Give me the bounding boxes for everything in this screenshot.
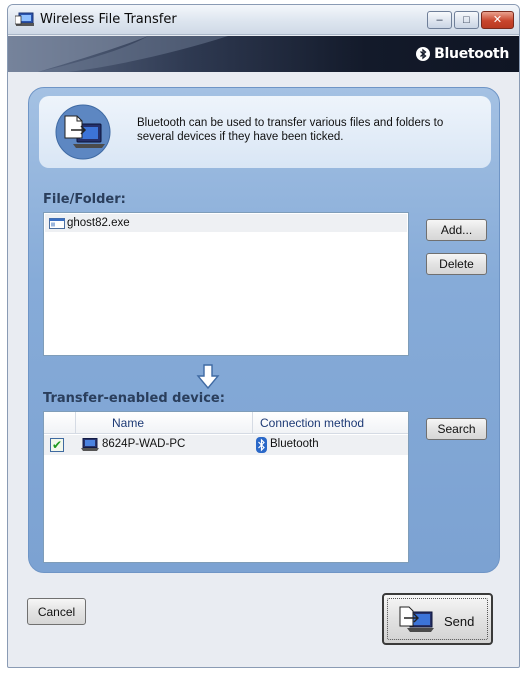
- column-header-check[interactable]: [44, 412, 76, 434]
- exe-file-icon: [49, 217, 65, 229]
- search-button[interactable]: Search: [426, 418, 487, 440]
- device-name: 8624P-WAD-PC: [102, 438, 186, 450]
- search-button-label: Search: [437, 422, 476, 436]
- add-button[interactable]: Add...: [426, 219, 487, 241]
- bluetooth-badge-icon: [416, 47, 431, 61]
- bluetooth-banner: Bluetooth: [8, 36, 519, 72]
- column-header-name[interactable]: Name: [76, 412, 253, 434]
- delete-button[interactable]: Delete: [426, 253, 487, 275]
- add-button-label: Add...: [440, 223, 473, 237]
- delete-button-label: Delete: [439, 257, 474, 271]
- maximize-icon: □: [463, 13, 470, 26]
- device-row[interactable]: ✔ 8624P-WAD-PC Bluetooth: [44, 435, 408, 455]
- file-transfer-app-icon: [15, 12, 34, 26]
- minimize-button[interactable]: –: [427, 11, 452, 29]
- send-button[interactable]: Send: [382, 593, 493, 645]
- close-icon: ✕: [492, 13, 503, 26]
- close-button[interactable]: ✕: [481, 11, 514, 29]
- send-button-label: Send: [444, 614, 475, 629]
- transfer-device-title: Transfer-enabled device:: [43, 391, 225, 406]
- title-bar[interactable]: Wireless File Transfer – □ ✕: [8, 5, 519, 35]
- computer-icon: [81, 438, 99, 451]
- banner-swoosh-decoration: [8, 36, 228, 72]
- cancel-button[interactable]: Cancel: [27, 598, 86, 625]
- description-box: Bluetooth can be used to transfer variou…: [39, 96, 491, 168]
- device-list[interactable]: Name Connection method ✔ 8624P-WAD-PC Bl…: [43, 411, 409, 563]
- minimize-icon: –: [436, 13, 443, 26]
- bluetooth-brand-text: Bluetooth: [434, 46, 509, 62]
- device-connection: Bluetooth: [270, 438, 319, 450]
- file-folder-title: File/Folder:: [43, 192, 126, 207]
- file-list-item[interactable]: ghost82.exe: [45, 214, 407, 232]
- device-checkbox[interactable]: ✔: [50, 438, 64, 452]
- bluetooth-logo: Bluetooth: [416, 46, 509, 62]
- arrow-down-icon: [196, 364, 220, 390]
- file-to-computer-icon: [55, 104, 111, 160]
- check-mark-icon: ✔: [51, 438, 63, 452]
- device-list-header: Name Connection method: [44, 412, 408, 434]
- content-panel: Bluetooth can be used to transfer variou…: [28, 87, 500, 573]
- description-text: Bluetooth can be used to transfer variou…: [137, 117, 444, 143]
- window-title: Wireless File Transfer: [40, 12, 177, 27]
- column-header-connection[interactable]: Connection method: [253, 412, 408, 434]
- bluetooth-icon: [256, 437, 267, 453]
- send-focus-outline: Send: [387, 598, 488, 640]
- wireless-file-transfer-window: Wireless File Transfer – □ ✕ Bluetooth B…: [7, 4, 520, 668]
- send-file-icon: [399, 606, 434, 632]
- cancel-button-label: Cancel: [37, 604, 76, 619]
- file-list[interactable]: ghost82.exe: [43, 212, 409, 356]
- maximize-button[interactable]: □: [454, 11, 479, 29]
- file-name: ghost82.exe: [67, 217, 130, 229]
